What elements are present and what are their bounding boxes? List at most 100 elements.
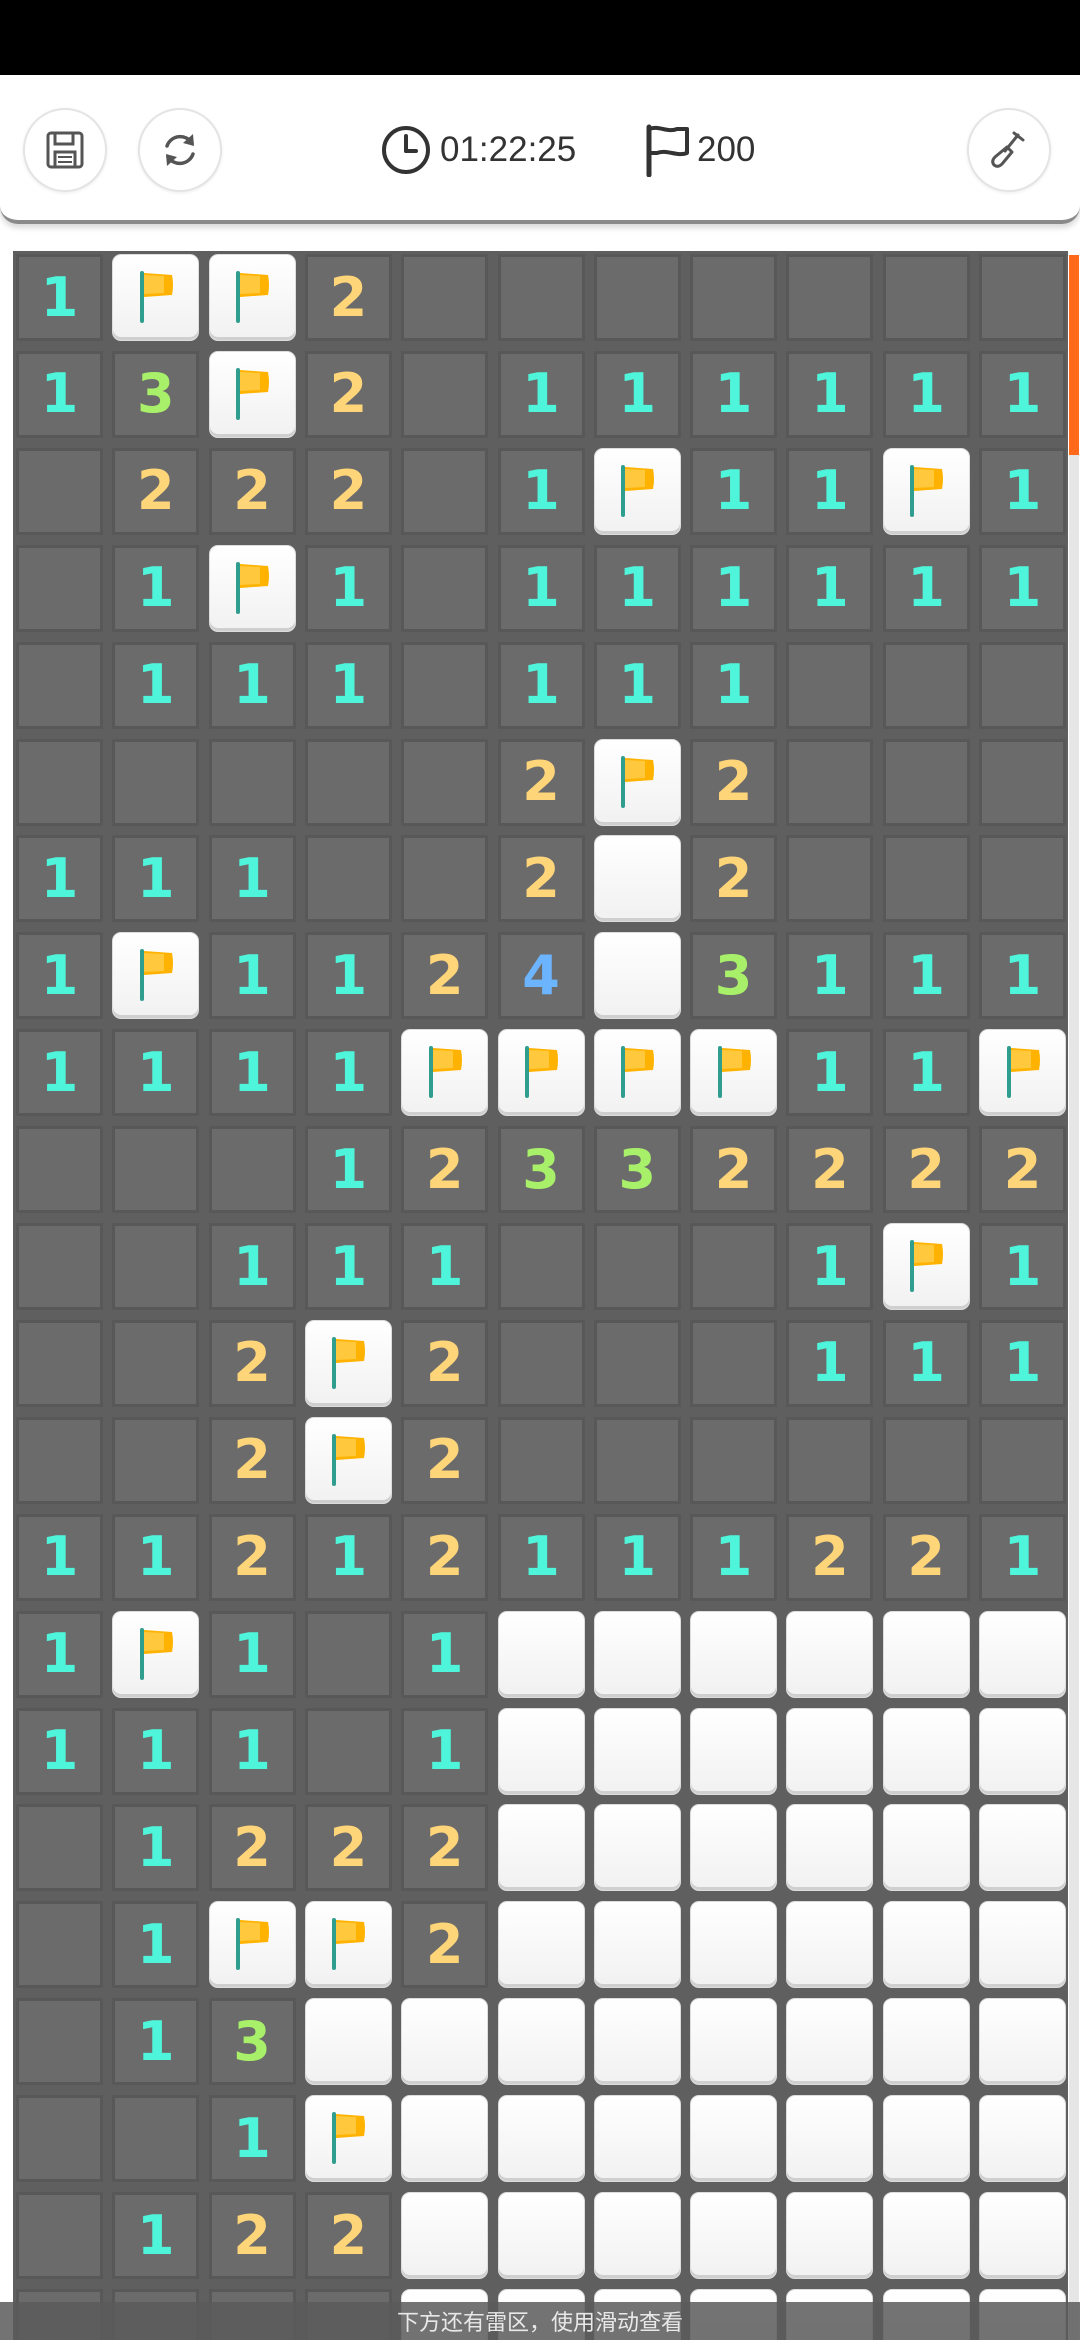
cell-empty[interactable] [208,738,296,826]
cell-blank-tile[interactable] [593,2095,681,2183]
cell-number[interactable]: 2 [304,2192,392,2279]
cell-number[interactable]: 1 [786,1223,874,1310]
cell-number[interactable]: 2 [401,932,489,1020]
cell-blank-tile[interactable] [786,2192,874,2279]
cell-number[interactable]: 1 [882,544,970,632]
cell-blank-tile[interactable] [882,1610,970,1698]
cell-flagged[interactable] [112,254,200,341]
cell-number[interactable]: 1 [16,932,103,1020]
cell-number[interactable]: 1 [979,932,1066,1020]
cell-empty[interactable] [16,738,103,826]
cell-empty[interactable] [786,738,874,826]
cell-empty[interactable] [16,1126,103,1214]
cell-number[interactable]: 1 [497,1513,585,1601]
cell-blank-tile[interactable] [304,1998,392,2086]
cell-empty[interactable] [979,835,1066,923]
cell-number[interactable]: 1 [16,254,103,341]
cell-blank-tile[interactable] [979,1804,1066,1892]
cell-empty[interactable] [112,2095,200,2183]
cell-blank-tile[interactable] [786,2095,874,2183]
cell-number[interactable]: 1 [16,835,103,923]
cell-blank-tile[interactable] [979,1901,1066,1989]
cell-blank-tile[interactable] [786,1901,874,1989]
cell-blank-tile[interactable] [690,1610,778,1698]
cell-empty[interactable] [690,1223,778,1310]
cell-number[interactable]: 1 [979,1513,1066,1601]
cell-number[interactable]: 2 [690,1126,778,1214]
cell-empty[interactable] [16,447,103,535]
cell-number[interactable]: 1 [690,1513,778,1601]
cell-number[interactable]: 1 [16,1029,103,1117]
cell-number[interactable]: 2 [497,835,585,923]
cell-number[interactable]: 1 [16,1610,103,1698]
cell-number[interactable]: 1 [401,1610,489,1698]
cell-number[interactable]: 2 [304,254,392,341]
cell-number[interactable]: 1 [979,350,1066,438]
save-button[interactable] [23,108,107,192]
cell-number[interactable]: 1 [112,1804,200,1892]
cell-number[interactable]: 2 [208,1319,296,1407]
cell-blank-tile[interactable] [497,1610,585,1698]
cell-flagged[interactable] [690,1029,778,1117]
dig-mode-button[interactable] [967,108,1051,192]
cell-number[interactable]: 1 [882,1319,970,1407]
cell-blank-tile[interactable] [593,835,681,923]
cell-flagged[interactable] [112,1610,200,1698]
cell-empty[interactable] [16,2095,103,2183]
cell-empty[interactable] [112,1223,200,1310]
cell-empty[interactable] [979,641,1066,729]
cell-number[interactable]: 1 [208,1223,296,1310]
cell-number[interactable]: 2 [208,1513,296,1601]
cell-blank-tile[interactable] [497,1998,585,2086]
cell-number[interactable]: 1 [497,350,585,438]
cell-blank-tile[interactable] [786,1707,874,1795]
cell-empty[interactable] [497,1223,585,1310]
cell-number[interactable]: 1 [112,544,200,632]
cell-number[interactable]: 2 [208,1804,296,1892]
cell-empty[interactable] [16,1901,103,1989]
cell-blank-tile[interactable] [882,1707,970,1795]
cell-blank-tile[interactable] [979,1998,1066,2086]
cell-number[interactable]: 1 [112,1029,200,1117]
cell-blank-tile[interactable] [497,2192,585,2279]
cell-number[interactable]: 2 [786,1513,874,1601]
cell-blank-tile[interactable] [882,2095,970,2183]
cell-number[interactable]: 1 [786,1319,874,1407]
cell-blank-tile[interactable] [882,1804,970,1892]
cell-blank-tile[interactable] [979,1707,1066,1795]
cell-flagged[interactable] [304,1319,392,1407]
cell-flagged[interactable] [882,447,970,535]
cell-number[interactable]: 2 [208,1416,296,1504]
cell-number[interactable]: 1 [979,1319,1066,1407]
cell-blank-tile[interactable] [593,2192,681,2279]
cell-flagged[interactable] [593,1029,681,1117]
scrollbar-track[interactable] [1069,255,1079,2340]
cell-number[interactable]: 1 [786,544,874,632]
cell-blank-tile[interactable] [690,1804,778,1892]
cell-empty[interactable] [690,1416,778,1504]
cell-flagged[interactable] [593,738,681,826]
cell-unrevealed[interactable] [593,254,681,341]
cell-number[interactable]: 1 [979,447,1066,535]
cell-number[interactable]: 2 [401,1416,489,1504]
cell-empty[interactable] [304,1707,392,1795]
cell-number[interactable]: 2 [401,1513,489,1601]
cell-empty[interactable] [112,738,200,826]
cell-number[interactable]: 1 [497,641,585,729]
cell-flagged[interactable] [304,1416,392,1504]
cell-flagged[interactable] [304,2095,392,2183]
cell-blank-tile[interactable] [979,2095,1066,2183]
cell-blank-tile[interactable] [401,2095,489,2183]
cell-number[interactable]: 2 [786,1126,874,1214]
cell-empty[interactable] [401,738,489,826]
cell-empty[interactable] [112,1319,200,1407]
cell-empty[interactable] [786,835,874,923]
cell-flagged[interactable] [208,350,296,438]
cell-number[interactable]: 1 [208,1029,296,1117]
cell-empty[interactable] [882,641,970,729]
cell-empty[interactable] [304,738,392,826]
cell-flagged[interactable] [497,1029,585,1117]
cell-empty[interactable] [304,835,392,923]
cell-empty[interactable] [112,1126,200,1214]
cell-number[interactable]: 2 [979,1126,1066,1214]
